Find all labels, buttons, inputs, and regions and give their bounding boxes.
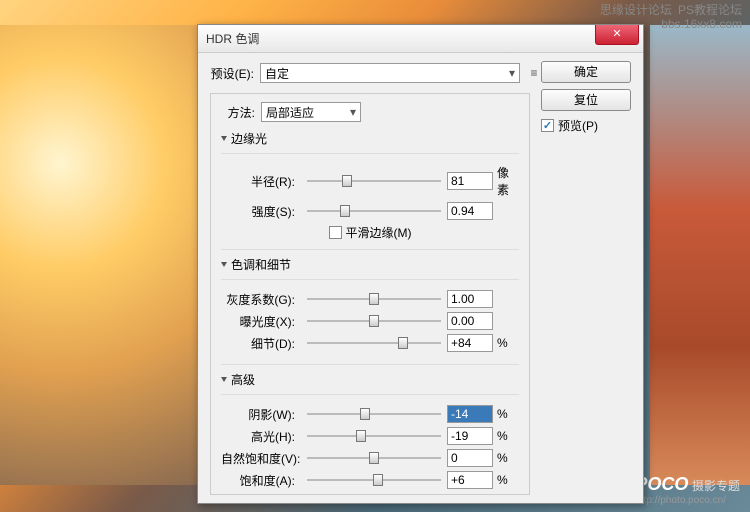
detail-slider[interactable]: [307, 335, 441, 351]
vibrance-label: 自然饱和度(V):: [221, 450, 301, 467]
ok-button[interactable]: 确定: [541, 61, 631, 83]
close-button[interactable]: ✕: [595, 25, 639, 45]
saturation-input[interactable]: +6: [447, 471, 493, 489]
gamma-input[interactable]: 1.00: [447, 290, 493, 308]
highlight-slider[interactable]: [307, 428, 441, 444]
radius-slider[interactable]: [307, 173, 441, 189]
gamma-label: 灰度系数(G):: [221, 291, 301, 308]
preview-label: 预览(P): [558, 117, 598, 134]
smooth-checkbox[interactable]: [329, 226, 342, 239]
shadow-slider[interactable]: [307, 406, 441, 422]
dialog-title: HDR 色调: [206, 30, 259, 47]
exposure-label: 曝光度(X):: [221, 313, 301, 330]
exposure-input[interactable]: 0.00: [447, 312, 493, 330]
smooth-label: 平滑边缘(M): [346, 224, 412, 241]
exposure-slider[interactable]: [307, 313, 441, 329]
edge-group-header[interactable]: 边缘光: [221, 130, 519, 147]
strength-slider[interactable]: [307, 203, 441, 219]
watermark1: 思缘设计论坛: [600, 3, 672, 17]
shadow-input[interactable]: -14: [447, 405, 493, 423]
watermark3: bbs.16xx8.com: [661, 17, 742, 31]
reset-button[interactable]: 复位: [541, 89, 631, 111]
vibrance-slider[interactable]: [307, 450, 441, 466]
radius-label: 半径(R):: [221, 173, 301, 190]
saturation-label: 饱和度(A):: [221, 472, 301, 489]
logo-sub: 摄影专题: [692, 479, 740, 493]
highlight-input[interactable]: -19: [447, 427, 493, 445]
radius-input[interactable]: 81: [447, 172, 493, 190]
saturation-slider[interactable]: [307, 472, 441, 488]
preview-checkbox[interactable]: [541, 119, 554, 132]
detail-label: 细节(D):: [221, 335, 301, 352]
method-select[interactable]: 局部适应: [261, 102, 361, 122]
shadow-label: 阴影(W):: [221, 406, 301, 423]
tone-group-header[interactable]: 色调和细节: [221, 256, 519, 273]
gamma-slider[interactable]: [307, 291, 441, 307]
hdr-dialog: HDR 色调 ✕ 预设(E): 自定 ≡ 确定 复位 预览(P) 方法: 局部适…: [197, 24, 644, 504]
preset-label: 预设(E):: [210, 65, 260, 82]
method-label: 方法:: [221, 104, 261, 121]
detail-input[interactable]: +84: [447, 334, 493, 352]
highlight-label: 高光(H):: [221, 428, 301, 445]
vibrance-input[interactable]: 0: [447, 449, 493, 467]
titlebar[interactable]: HDR 色调 ✕: [198, 25, 643, 53]
watermark2: PS教程论坛: [678, 3, 742, 17]
preset-select[interactable]: 自定: [260, 63, 520, 83]
logo-url: http://photo.poco.cn/: [635, 495, 740, 506]
strength-label: 强度(S):: [221, 203, 301, 220]
main-panel: 方法: 局部适应 边缘光 半径(R): 81 像素 强度(S): 0.94: [210, 93, 530, 495]
advanced-group-header[interactable]: 高级: [221, 371, 519, 388]
preset-menu-icon[interactable]: ≡: [526, 66, 542, 80]
strength-input[interactable]: 0.94: [447, 202, 493, 220]
